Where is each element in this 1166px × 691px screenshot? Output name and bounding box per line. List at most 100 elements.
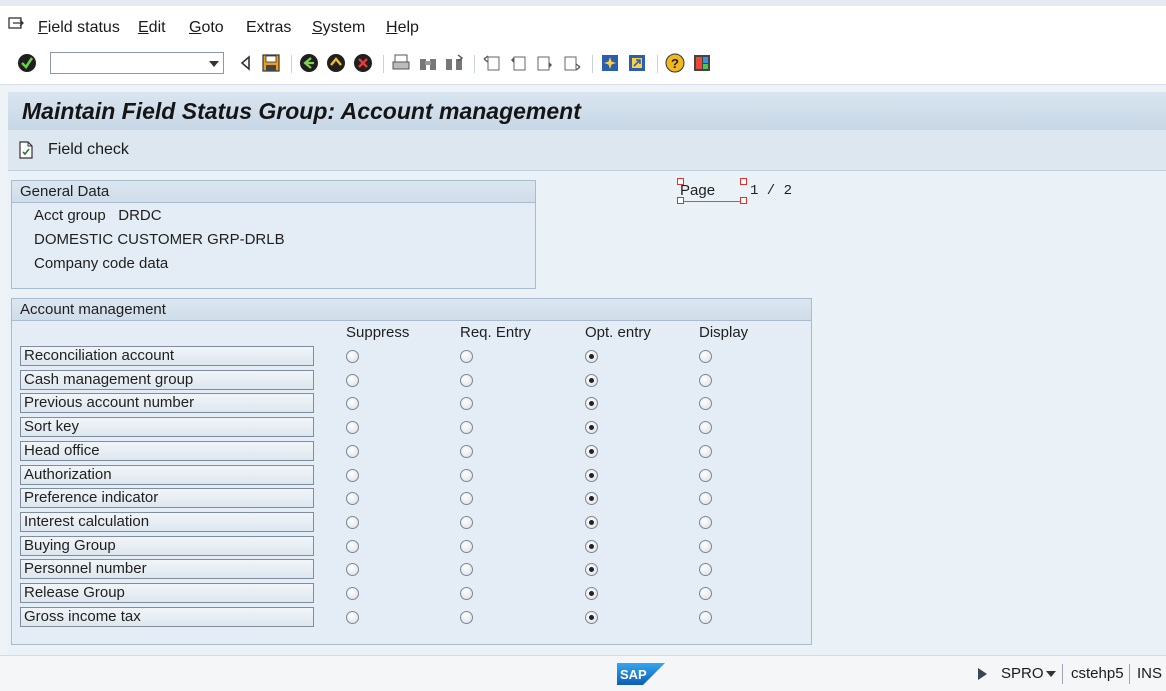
radio-suppress[interactable] [346, 373, 359, 387]
command-input[interactable] [53, 54, 205, 74]
play-icon[interactable] [978, 668, 987, 680]
status-separator [1129, 664, 1130, 684]
help-icon[interactable]: ? [665, 53, 685, 73]
print-icon[interactable] [391, 53, 411, 73]
field-label: Interest calculation [20, 511, 314, 532]
radio-suppress[interactable] [346, 610, 359, 624]
system-id[interactable]: SPRO [1001, 665, 1044, 682]
column-header-opt-entry: Opt. entry [585, 324, 651, 341]
menu-field-status[interactable]: Field status [38, 19, 120, 37]
svg-text:SAP: SAP [620, 667, 647, 682]
radio-display[interactable] [699, 610, 712, 624]
radio-opt-entry[interactable] [585, 468, 598, 482]
acct-group-label: Acct group [34, 207, 106, 224]
radio-display[interactable] [699, 444, 712, 458]
radio-display[interactable] [699, 539, 712, 553]
command-field[interactable] [50, 52, 224, 74]
create-session-icon[interactable] [600, 53, 620, 73]
first-page-icon[interactable] [482, 53, 502, 73]
column-header-req-entry: Req. Entry [460, 324, 531, 341]
radio-display[interactable] [699, 468, 712, 482]
document-check-icon [19, 141, 33, 159]
standard-toolbar: ? [0, 42, 1166, 85]
previous-page-icon[interactable] [508, 53, 528, 73]
menu-help[interactable]: Help [386, 19, 419, 37]
field-label: Release Group [20, 583, 314, 603]
enter-icon[interactable] [17, 53, 37, 73]
radio-opt-entry[interactable] [585, 350, 598, 363]
radio-opt-entry[interactable] [585, 587, 598, 600]
radio-suppress[interactable] [346, 421, 359, 435]
menu-goto[interactable]: Goto [189, 19, 224, 37]
radio-opt-entry[interactable] [585, 515, 598, 529]
radio-suppress[interactable] [346, 515, 359, 529]
account-management-header: Account management [12, 299, 811, 321]
page-number: 1 / 2 [750, 183, 793, 199]
field-label: Gross income tax [20, 606, 314, 627]
green-back-icon[interactable] [299, 53, 319, 73]
radio-suppress[interactable] [346, 539, 359, 553]
chevron-down-icon[interactable] [209, 61, 219, 67]
svg-text:?: ? [671, 56, 679, 71]
menu-extras[interactable]: Extras [246, 19, 291, 37]
exit-icon[interactable] [326, 53, 346, 73]
radio-display[interactable] [699, 421, 712, 435]
radio-display[interactable] [699, 515, 712, 529]
radio-opt-entry[interactable] [585, 421, 598, 435]
radio-req-entry[interactable] [460, 468, 473, 482]
chevron-down-icon[interactable] [1046, 671, 1056, 677]
status-separator [1062, 664, 1063, 684]
general-data-header: General Data [12, 181, 535, 203]
radio-display[interactable] [699, 350, 712, 363]
menu-system[interactable]: System [312, 19, 365, 37]
find-next-icon[interactable] [444, 53, 464, 73]
menu-bar: Field status Edit Goto Extras System Help [0, 6, 1166, 42]
next-page-icon[interactable] [535, 53, 555, 73]
screen-title-bar: Maintain Field Status Group: Account man… [8, 92, 1166, 130]
radio-req-entry[interactable] [460, 421, 473, 435]
field-label: Cash management group [20, 369, 314, 390]
cancel-icon[interactable] [353, 53, 373, 73]
save-icon[interactable] [261, 53, 281, 73]
radio-opt-entry[interactable] [585, 373, 598, 387]
radio-opt-entry[interactable] [585, 444, 598, 458]
status-bar: SAP SPRO cstehp5 INS [0, 655, 1166, 691]
field-label: Personnel number [20, 559, 314, 580]
radio-suppress[interactable] [346, 587, 359, 600]
radio-req-entry[interactable] [460, 373, 473, 387]
shortcut-icon[interactable] [627, 53, 647, 73]
radio-display[interactable] [699, 587, 712, 600]
sap-logo-icon: SAP [617, 663, 665, 685]
column-header-display: Display [699, 324, 749, 341]
acct-group-line: Acct group DRDC [34, 207, 162, 224]
field-check-label: Field check [48, 141, 129, 158]
find-icon[interactable] [418, 53, 438, 73]
acct-group-value: DRDC [118, 207, 162, 224]
radio-req-entry[interactable] [460, 587, 473, 600]
field-label: Head office [20, 440, 314, 461]
insert-mode[interactable]: INS [1137, 665, 1162, 682]
system-menu-icon[interactable] [8, 17, 24, 31]
application-toolbar: Field check [8, 130, 1166, 171]
radio-req-entry[interactable] [460, 610, 473, 624]
selection-handle [740, 197, 747, 204]
acct-group-description: DOMESTIC CUSTOMER GRP-DRLB [34, 231, 285, 248]
radio-suppress[interactable] [346, 468, 359, 482]
toolbar-separator [291, 55, 292, 73]
company-code-data: Company code data [34, 255, 169, 272]
radio-req-entry[interactable] [460, 515, 473, 529]
last-page-icon[interactable] [562, 53, 582, 73]
radio-display[interactable] [699, 373, 712, 387]
radio-suppress[interactable] [346, 350, 359, 363]
radio-req-entry[interactable] [460, 350, 473, 363]
radio-suppress[interactable] [346, 444, 359, 458]
radio-opt-entry[interactable] [585, 539, 598, 553]
menu-edit[interactable]: Edit [138, 19, 166, 37]
radio-req-entry[interactable] [460, 444, 473, 458]
back-icon[interactable] [236, 53, 256, 73]
field-label: Buying Group [20, 535, 314, 556]
field-check-button[interactable]: Field check [18, 138, 129, 162]
radio-opt-entry[interactable] [585, 610, 598, 624]
customize-layout-icon[interactable] [692, 53, 712, 73]
radio-req-entry[interactable] [460, 539, 473, 553]
